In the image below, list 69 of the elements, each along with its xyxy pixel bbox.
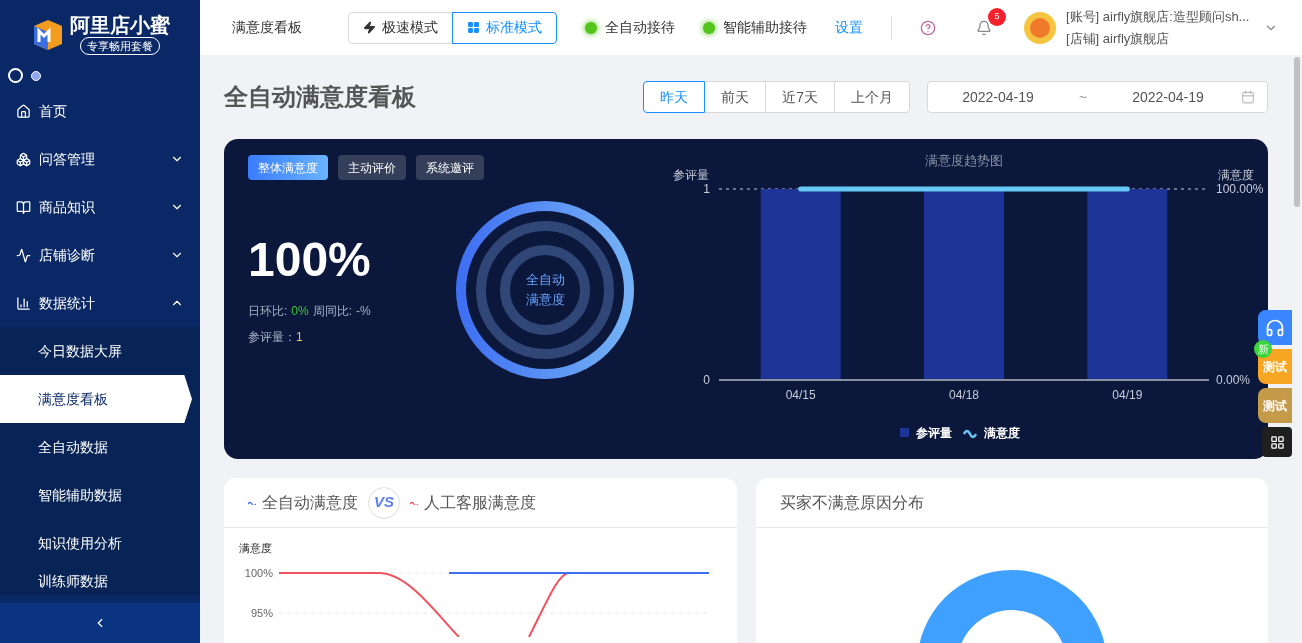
day-ratio-label: 日环比: — [248, 303, 288, 320]
nav-icon — [16, 295, 31, 311]
axis-label: 参评量 — [673, 168, 709, 182]
headset-icon — [1265, 317, 1285, 338]
submenu-item[interactable]: 训练师数据 — [0, 567, 200, 595]
nav-item[interactable]: 数据统计 — [0, 279, 200, 327]
store-name: [店铺] airfly旗舰店 — [1066, 29, 1171, 48]
support-button[interactable] — [1258, 310, 1292, 345]
status-label: 全自动接待 — [605, 18, 675, 37]
dashboard-title: 全自动满意度看板 — [224, 82, 417, 112]
page-title: 满意度看板 — [232, 18, 303, 37]
avatar[interactable] — [1024, 11, 1056, 44]
satisfaction-value: 100% — [248, 236, 371, 284]
day-ratio-value: 0% — [291, 303, 309, 320]
nav-item[interactable]: 首页 — [0, 87, 200, 135]
submenu-item[interactable]: 全自动数据 — [0, 423, 200, 471]
date-range-field[interactable]: 2022-04-19 ~ 2022-04-19 — [927, 81, 1268, 113]
nav-icon — [16, 151, 31, 167]
nav-item[interactable]: 问答管理 — [0, 135, 200, 183]
week-ratio-label: 周同比: — [312, 303, 353, 320]
tick-label: 1 — [703, 182, 710, 196]
legend-label: 满意度 — [984, 426, 1020, 440]
dashboard-tab[interactable]: 主动评价 — [338, 155, 406, 180]
nav-icon — [16, 247, 31, 263]
account-name: [账号] airfly旗舰店:造型顾问sh... — [1066, 7, 1250, 26]
tick-label: 04/19 — [1112, 388, 1143, 402]
logo-title: 阿里店小蜜 — [70, 13, 170, 37]
nav-icon — [16, 199, 31, 215]
tick-label: 100% — [244, 566, 273, 579]
count-value: 1 — [296, 329, 303, 346]
calendar-icon — [1241, 90, 1255, 104]
apps-icon — [1269, 434, 1285, 450]
date-tab[interactable]: 近7天 — [765, 81, 835, 113]
legend-label: 全自动满意度 — [262, 492, 358, 513]
tick-label: 0.00% — [1216, 373, 1251, 387]
date-tab[interactable]: 前天 — [704, 81, 767, 113]
grid-icon — [467, 21, 480, 34]
nav-icon — [16, 103, 31, 119]
week-ratio-value: -% — [356, 303, 371, 320]
axis-label: 满意度 — [238, 541, 272, 556]
submenu-item[interactable]: 知识使用分析 — [0, 519, 200, 567]
nav-item[interactable]: 店铺诊断 — [0, 231, 200, 279]
tick-label: 0 — [703, 373, 710, 387]
submenu-item[interactable]: 智能辅助数据 — [0, 471, 200, 519]
tick-label: 95% — [250, 606, 273, 619]
bell-icon[interactable] — [976, 19, 992, 36]
count-label: 参评量： — [248, 329, 296, 346]
notification-badge: 5 — [988, 7, 1006, 26]
mode-button[interactable]: 极速模式 — [348, 11, 453, 44]
nav-item[interactable]: 商品知识 — [0, 183, 200, 231]
tick-label: 04/18 — [949, 388, 979, 402]
help-icon[interactable] — [920, 19, 936, 36]
legend-label: 人工客服满意度 — [424, 492, 536, 513]
axis-label: 满意度 — [1218, 168, 1254, 182]
dashboard-tab[interactable]: 系统邀评 — [416, 155, 484, 180]
ring-label: 全自动满意度 — [524, 271, 566, 309]
chart-title: 满意度趋势图 — [925, 153, 1003, 168]
date-tab[interactable]: 上个月 — [834, 81, 910, 113]
legend-line-icon — [962, 430, 978, 438]
submenu-item[interactable]: 今日数据大屏 — [0, 327, 200, 375]
card-title: 买家不满意原因分布 — [779, 492, 924, 513]
status-label: 智能辅助接待 — [723, 18, 807, 37]
tick-label: 100.00% — [1216, 182, 1264, 196]
legend-label: 参评量 — [916, 426, 952, 440]
legend-swatch — [900, 428, 909, 437]
tick-label: 04/15 — [785, 388, 816, 402]
apps-button[interactable] — [1262, 427, 1292, 457]
lightning-icon — [363, 21, 376, 34]
submenu-item[interactable]: 满意度看板 — [0, 375, 192, 423]
